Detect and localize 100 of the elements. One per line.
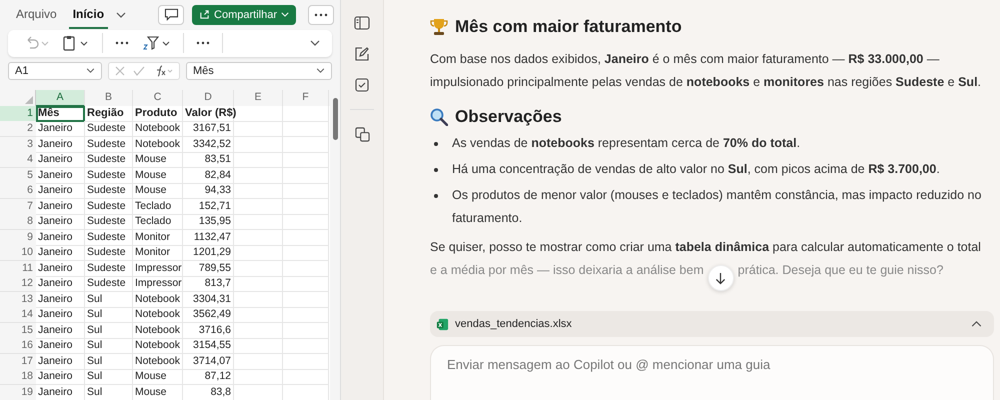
- table-cell: 83,8: [183, 384, 234, 400]
- attachment-bar[interactable]: vendas_tendencias.xlsx: [430, 311, 994, 337]
- spreadsheet-file-icon: [436, 318, 449, 330]
- more-icon[interactable]: [196, 41, 210, 46]
- table-cell: [234, 168, 283, 184]
- table-cell: Notebook: [133, 121, 183, 137]
- row-number[interactable]: 9: [0, 230, 36, 246]
- table-cell: Janeiro: [36, 292, 85, 308]
- more-icon[interactable]: [115, 41, 129, 46]
- table-cell: Sul: [85, 384, 133, 400]
- table-cell: Sudeste: [85, 121, 133, 137]
- table-cell: 813,7: [183, 276, 234, 292]
- row-number[interactable]: 3: [0, 136, 36, 152]
- chevron-down-icon: [316, 68, 325, 74]
- table-cell: Janeiro: [36, 369, 85, 385]
- copy-icon[interactable]: [354, 127, 370, 142]
- sort-filter-icon[interactable]: [141, 35, 171, 52]
- table-cell: [283, 121, 329, 137]
- table-cell: Teclado: [133, 214, 183, 230]
- table-cell: 1201,29: [183, 245, 234, 261]
- table-cell: 789,55: [183, 260, 234, 276]
- table-cell: 3154,55: [183, 338, 234, 354]
- table-cell: Sudeste: [85, 276, 133, 292]
- scrollbar[interactable]: [330, 90, 340, 400]
- row-number[interactable]: 13: [0, 292, 36, 308]
- table-cell: [234, 338, 283, 354]
- row-number[interactable]: 11: [0, 260, 36, 276]
- name-box[interactable]: A1: [8, 62, 102, 80]
- trophy-icon: [430, 18, 448, 36]
- faded-text: e a média por mês — isso deixaria a análise bem: [430, 262, 704, 279]
- chevron-down-icon[interactable]: [116, 12, 126, 18]
- chevron-down-icon[interactable]: [310, 40, 320, 46]
- table-cell: [283, 198, 329, 214]
- scroll-down-button[interactable]: [708, 265, 734, 291]
- row-number[interactable]: 10: [0, 245, 36, 261]
- table-cell: Sudeste: [85, 214, 133, 230]
- table-cell: Sul: [85, 292, 133, 308]
- table-cell: [234, 307, 283, 323]
- column-header[interactable]: B: [85, 90, 133, 107]
- table-cell: 94,33: [183, 183, 234, 199]
- table-cell: [234, 198, 283, 214]
- section-heading: Observações: [455, 107, 562, 127]
- table-cell: Sul: [85, 369, 133, 385]
- table-cell: Notebook: [133, 354, 183, 370]
- sidebar-icon[interactable]: [354, 16, 370, 30]
- ribbon-tab[interactable]: Arquivo: [12, 0, 61, 29]
- chevron-up-icon[interactable]: [971, 321, 982, 327]
- row-number[interactable]: 17: [0, 354, 36, 370]
- table-cell: [234, 245, 283, 261]
- row-number[interactable]: 5: [0, 168, 36, 184]
- comment-button[interactable]: [158, 4, 184, 25]
- column-header[interactable]: C: [133, 90, 183, 107]
- message-input[interactable]: Enviar mensagem ao Copilot ou @ mencionar uma guia: [430, 345, 994, 400]
- column-header[interactable]: E: [234, 90, 283, 107]
- row-number[interactable]: 6: [0, 183, 36, 199]
- row-number[interactable]: 4: [0, 152, 36, 168]
- clipboard-icon[interactable]: [62, 35, 90, 52]
- table-cell: Janeiro: [36, 276, 85, 292]
- column-header[interactable]: F: [283, 90, 329, 107]
- row-number[interactable]: 1: [0, 106, 36, 122]
- table-cell: Sudeste: [85, 183, 133, 199]
- row-number[interactable]: 14: [0, 307, 36, 323]
- chevron-down-icon: [86, 68, 95, 74]
- faded-text: prática. Deseja que eu te guie nisso?: [738, 262, 944, 279]
- table-cell: Monitor: [133, 230, 183, 246]
- magnifier-icon: [430, 108, 448, 126]
- table-cell: [283, 260, 329, 276]
- row-number[interactable]: 2: [0, 121, 36, 137]
- formula-field[interactable]: Mês: [186, 62, 332, 80]
- table-cell: Notebook: [133, 338, 183, 354]
- row-number[interactable]: 8: [0, 214, 36, 230]
- edit-icon[interactable]: [355, 47, 369, 61]
- share-button[interactable]: Compartilhar: [192, 4, 296, 25]
- checkbox-icon[interactable]: [355, 78, 369, 92]
- check-icon[interactable]: [133, 66, 145, 76]
- table-cell: [283, 369, 329, 385]
- comment-icon: [164, 8, 179, 22]
- row-number[interactable]: 7: [0, 198, 36, 214]
- table-cell: 152,71: [183, 198, 234, 214]
- row-number[interactable]: 18: [0, 369, 36, 385]
- row-number[interactable]: 19: [0, 384, 36, 400]
- column-header[interactable]: D: [183, 90, 234, 107]
- column-header[interactable]: A: [36, 90, 85, 107]
- table-cell: [234, 121, 283, 137]
- table-cell: 135,95: [183, 214, 234, 230]
- more-options-button[interactable]: [308, 4, 334, 25]
- table-cell: [234, 152, 283, 168]
- table-cell: Janeiro: [36, 307, 85, 323]
- table-cell: Notebook: [133, 322, 183, 338]
- list-item: Os produtos de menor valor (mouses e teclados) mantêm constância, mas impacto reduzido no faturamento.: [452, 187, 982, 227]
- arrow-down-icon: [715, 272, 726, 284]
- row-number[interactable]: 12: [0, 276, 36, 292]
- table-cell: Janeiro: [36, 354, 85, 370]
- paragraph: Se quiser, posso te mostrar como criar uma tabela dinâmica para calcular automaticamente o total: [430, 239, 982, 256]
- table-cell: 3716,6: [183, 322, 234, 338]
- table-cell: Sul: [85, 354, 133, 370]
- row-number[interactable]: 15: [0, 322, 36, 338]
- row-number[interactable]: 16: [0, 338, 36, 354]
- table-cell: Janeiro: [36, 245, 85, 261]
- table-cell: [283, 307, 329, 323]
